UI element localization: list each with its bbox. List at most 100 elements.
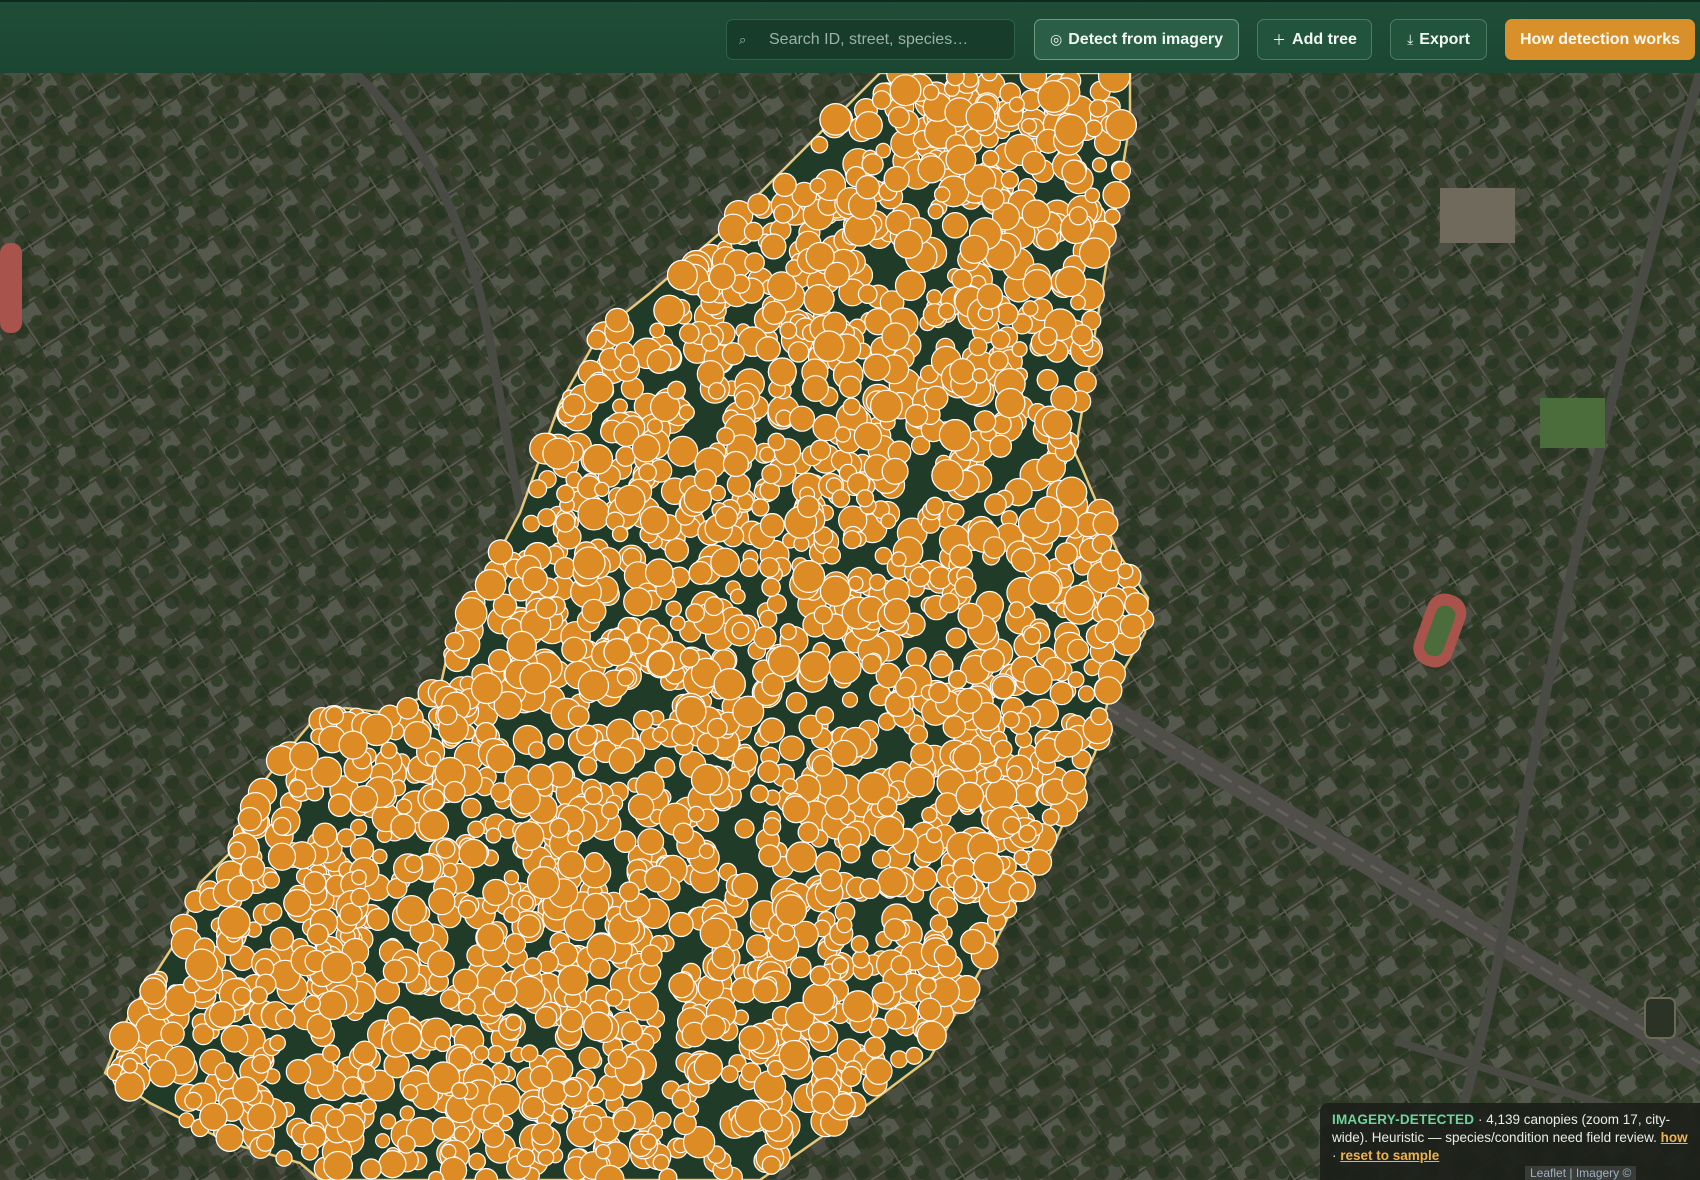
canopy-marker[interactable]: [841, 691, 859, 708]
canopy-marker[interactable]: [877, 796, 898, 817]
canopy-marker[interactable]: [1093, 676, 1123, 705]
canopy-marker[interactable]: [577, 670, 610, 702]
canopy-marker[interactable]: [1054, 542, 1079, 566]
canopy-marker[interactable]: [240, 856, 266, 881]
canopy-marker[interactable]: [761, 464, 782, 485]
canopy-marker[interactable]: [594, 481, 610, 497]
canopy-marker[interactable]: [694, 468, 717, 492]
canopy-marker[interactable]: [639, 505, 669, 535]
canopy-marker[interactable]: [767, 357, 797, 387]
canopy-marker[interactable]: [788, 405, 816, 432]
canopy-marker[interactable]: [1054, 113, 1088, 148]
canopy-marker[interactable]: [542, 437, 575, 470]
canopy-marker[interactable]: [983, 765, 1003, 784]
canopy-marker[interactable]: [618, 881, 640, 902]
canopy-marker[interactable]: [232, 986, 252, 1007]
canopy-marker[interactable]: [667, 380, 686, 400]
how-link[interactable]: how: [1661, 1130, 1688, 1145]
canopy-marker[interactable]: [834, 426, 852, 443]
canopy-marker[interactable]: [1078, 237, 1111, 269]
canopy-marker[interactable]: [938, 302, 956, 320]
canopy-marker[interactable]: [856, 489, 875, 508]
canopy-marker[interactable]: [350, 887, 370, 908]
canopy-marker[interactable]: [934, 186, 951, 203]
canopy-marker[interactable]: [486, 743, 516, 774]
canopy-marker[interactable]: [631, 434, 661, 463]
canopy-marker[interactable]: [390, 1022, 423, 1054]
canopy-marker[interactable]: [761, 577, 781, 597]
canopy-marker[interactable]: [228, 841, 247, 860]
canopy-marker[interactable]: [283, 888, 312, 917]
canopy-marker[interactable]: [1049, 681, 1074, 706]
canopy-marker[interactable]: [971, 367, 988, 384]
canopy-marker[interactable]: [1020, 117, 1037, 134]
canopy-marker[interactable]: [744, 252, 765, 273]
canopy-marker[interactable]: [855, 174, 880, 200]
canopy-marker[interactable]: [883, 597, 911, 625]
canopy-marker[interactable]: [759, 717, 785, 744]
canopy-marker[interactable]: [1054, 265, 1087, 298]
canopy-marker[interactable]: [431, 1116, 456, 1141]
canopy-marker[interactable]: [522, 514, 541, 533]
canopy-marker[interactable]: [939, 592, 960, 614]
canopy-marker[interactable]: [864, 1036, 886, 1059]
canopy-marker[interactable]: [864, 1057, 893, 1085]
canopy-marker[interactable]: [1023, 665, 1053, 696]
canopy-marker[interactable]: [945, 73, 965, 87]
canopy-marker[interactable]: [584, 852, 605, 873]
canopy-marker[interactable]: [848, 575, 864, 592]
canopy-marker[interactable]: [840, 1065, 862, 1087]
canopy-marker[interactable]: [1104, 208, 1121, 225]
canopy-marker[interactable]: [668, 911, 694, 938]
canopy-marker[interactable]: [632, 709, 654, 731]
canopy-marker[interactable]: [948, 669, 968, 689]
canopy-marker[interactable]: [688, 560, 713, 585]
canopy-marker[interactable]: [323, 1150, 353, 1180]
canopy-marker[interactable]: [220, 1024, 249, 1053]
canopy-marker[interactable]: [366, 907, 390, 931]
canopy-marker[interactable]: [759, 1108, 783, 1132]
canopy-marker[interactable]: [503, 869, 520, 886]
canopy-marker[interactable]: [1061, 159, 1087, 185]
how-detection-works-button[interactable]: How detection works: [1505, 19, 1695, 60]
canopy-marker[interactable]: [537, 1149, 555, 1166]
canopy-marker[interactable]: [669, 615, 686, 631]
canopy-marker[interactable]: [1067, 671, 1085, 689]
canopy-marker[interactable]: [563, 1078, 582, 1098]
canopy-marker[interactable]: [1050, 385, 1077, 412]
canopy-marker[interactable]: [275, 1149, 293, 1167]
canopy-marker[interactable]: [262, 871, 280, 889]
canopy-marker[interactable]: [468, 1152, 486, 1171]
canopy-marker[interactable]: [529, 1065, 553, 1089]
canopy-marker[interactable]: [912, 866, 938, 892]
canopy-marker[interactable]: [853, 422, 883, 451]
canopy-marker[interactable]: [666, 259, 698, 291]
canopy-marker[interactable]: [476, 923, 505, 952]
canopy-marker[interactable]: [232, 1076, 259, 1103]
canopy-marker[interactable]: [734, 390, 755, 411]
canopy-marker[interactable]: [557, 964, 589, 996]
canopy-marker[interactable]: [442, 862, 458, 878]
canopy-marker[interactable]: [288, 779, 307, 798]
canopy-marker[interactable]: [303, 871, 327, 895]
map-canvas[interactable]: [0, 73, 1700, 1180]
canopy-marker[interactable]: [1022, 300, 1039, 317]
canopy-marker[interactable]: [396, 895, 427, 926]
canopy-marker[interactable]: [1105, 109, 1137, 141]
canopy-marker[interactable]: [443, 780, 466, 804]
canopy-marker[interactable]: [842, 397, 861, 416]
canopy-marker[interactable]: [439, 1156, 468, 1180]
canopy-marker[interactable]: [968, 337, 988, 357]
canopy-marker[interactable]: [528, 479, 548, 499]
canopy-marker[interactable]: [272, 816, 292, 836]
canopy-marker[interactable]: [803, 284, 835, 316]
canopy-marker[interactable]: [880, 513, 897, 530]
canopy-marker[interactable]: [1010, 547, 1036, 573]
canopy-marker[interactable]: [1008, 881, 1029, 903]
canopy-marker[interactable]: [1018, 824, 1037, 843]
canopy-marker[interactable]: [870, 389, 903, 423]
canopy-marker[interactable]: [850, 935, 869, 953]
canopy-marker[interactable]: [923, 385, 949, 411]
canopy-marker[interactable]: [537, 508, 557, 528]
canopy-marker[interactable]: [577, 497, 611, 531]
